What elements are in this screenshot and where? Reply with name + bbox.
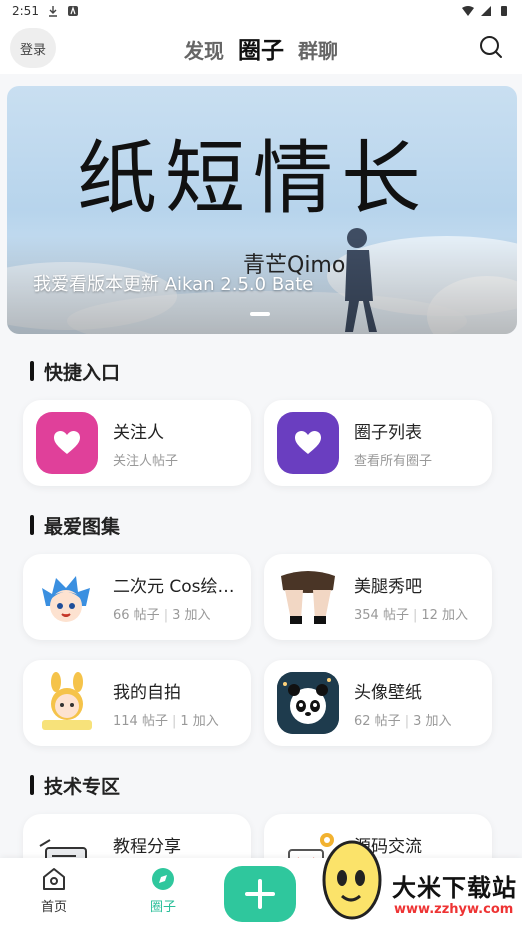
favorite-card-anime-cos[interactable]: 二次元 Cos绘… 66 帖子 | 3 加入: [23, 554, 251, 640]
nav-circle-label: 圈子: [149, 900, 176, 915]
watermark-url: www.zzhyw.com: [394, 902, 514, 917]
watermark-name: 大米下载站: [392, 874, 517, 902]
favorite-card-wallpaper[interactable]: 头像壁纸 62 帖子 | 3 加入: [264, 660, 492, 746]
joins-count: 1 加入: [180, 714, 219, 729]
nav-home-label: 首页: [40, 900, 67, 915]
favorite-card-selfie[interactable]: 我的自拍 114 帖子 | 1 加入: [23, 660, 251, 746]
card-title: 美腿秀吧: [354, 577, 422, 597]
banner-artwork: 纸短情长 青芒Qimo: [7, 132, 517, 334]
posts-count: 62 帖子: [354, 714, 401, 729]
quick-card-circle-list[interactable]: 圈子列表 查看所有圈子: [264, 400, 492, 486]
site-watermark: 大米下载站 www.zzhyw.com: [318, 820, 522, 928]
nav-home[interactable]: 首页: [24, 866, 84, 915]
posts-count: 114 帖子: [113, 714, 168, 729]
signal-icon: [481, 6, 491, 16]
card-subtitle: 查看所有圈子: [354, 454, 433, 469]
tech-card-tutorials[interactable]: 教程分享: [23, 814, 251, 858]
rice-mascot-logo: [322, 840, 382, 920]
section-title-quick: 快捷入口: [30, 358, 120, 385]
posts-count: 354 帖子: [354, 608, 409, 623]
card-title: 头像壁纸: [354, 683, 422, 703]
card-title: 我的自拍: [113, 683, 181, 703]
home-icon: [43, 868, 65, 890]
app-notification-icon: [67, 6, 78, 16]
bunny-girl-avatar: [36, 672, 98, 734]
plus-icon: [245, 879, 275, 909]
section-title-tech: 技术专区: [30, 772, 120, 799]
login-button[interactable]: 登录: [10, 28, 56, 68]
card-title: 圈子列表: [354, 423, 422, 443]
tutorial-icon: [36, 826, 98, 858]
compass-icon: [152, 868, 174, 890]
status-bar: 2:51: [0, 0, 522, 22]
card-title: 二次元 Cos绘…: [113, 577, 235, 597]
anime-girl-avatar: [36, 566, 98, 628]
tab-discover[interactable]: 发现: [184, 35, 224, 64]
banner-carousel[interactable]: 纸短情长 青芒Qimo 我爱看版本更新 Aikan 2.5.0 Bate: [7, 86, 517, 334]
heart-icon: [277, 412, 339, 474]
card-subtitle: 关注人帖子: [113, 454, 179, 469]
section-title-favorites: 最爱图集: [30, 512, 120, 539]
card-stats: 354 帖子 | 12 加入: [354, 608, 469, 623]
card-stats: 62 帖子 | 3 加入: [354, 714, 452, 729]
favorite-card-legs[interactable]: 美腿秀吧 354 帖子 | 12 加入: [264, 554, 492, 640]
nav-circle[interactable]: 圈子: [133, 866, 193, 915]
battery-icon: [501, 6, 507, 16]
card-title: 关注人: [113, 423, 164, 443]
top-tabs: 发现 圈子 群聊: [184, 31, 338, 65]
tab-circle[interactable]: 圈子: [238, 31, 284, 65]
joins-count: 3 加入: [413, 714, 452, 729]
joins-count: 3 加入: [172, 608, 211, 623]
quick-card-following[interactable]: 关注人 关注人帖子: [23, 400, 251, 486]
posts-count: 66 帖子: [113, 608, 160, 623]
card-stats: 114 帖子 | 1 加入: [113, 714, 219, 729]
main-content: 纸短情长 青芒Qimo 我爱看版本更新 Aikan 2.5.0 Bate 快捷入…: [0, 74, 522, 858]
carousel-indicator[interactable]: [250, 312, 270, 316]
download-icon: [48, 6, 57, 17]
legs-avatar: [277, 566, 339, 628]
heart-icon: [36, 412, 98, 474]
status-time: 2:51: [12, 4, 39, 18]
tab-group-chat[interactable]: 群聊: [298, 35, 338, 64]
panda-avatar: [277, 672, 339, 734]
joins-count: 12 加入: [421, 608, 469, 623]
search-icon[interactable]: [478, 34, 504, 60]
wifi-icon: [462, 6, 474, 16]
card-title: 教程分享: [113, 837, 181, 857]
add-post-button[interactable]: [224, 866, 296, 922]
banner-title: 我爱看版本更新 Aikan 2.5.0 Bate: [33, 274, 314, 295]
banner-artwork-title: 纸短情长: [77, 132, 429, 225]
card-stats: 66 帖子 | 3 加入: [113, 608, 211, 623]
top-header: 登录 发现 圈子 群聊: [0, 22, 522, 74]
